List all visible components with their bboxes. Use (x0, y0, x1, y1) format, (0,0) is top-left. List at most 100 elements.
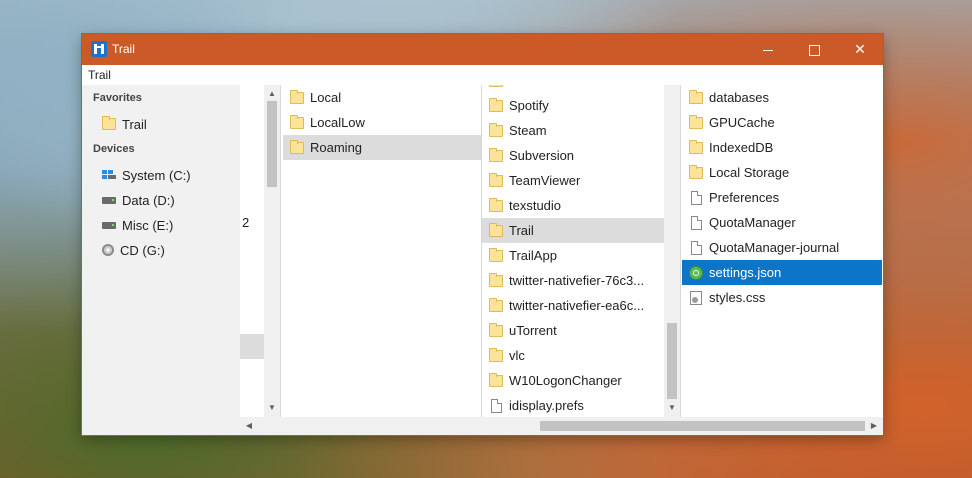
folder-icon (689, 164, 703, 179)
file-icon (690, 240, 702, 255)
list-item[interactable]: Subversion (482, 143, 664, 168)
minimize-button[interactable] (745, 34, 791, 65)
list-item[interactable]: QuotaManager (682, 210, 882, 235)
list-item[interactable]: Preferences (682, 185, 882, 210)
folder-icon (689, 139, 703, 154)
minimize-icon (763, 49, 773, 51)
list-item[interactable]: styles.css (682, 285, 882, 310)
file-icon (690, 190, 702, 205)
list-item[interactable]: Local Storage (682, 160, 882, 185)
list-item[interactable]: uTorrent (482, 318, 664, 343)
sidebar: Favorites Trail Devices System (C:) Data… (82, 85, 241, 435)
folder-icon (489, 347, 503, 362)
list-item[interactable]: TrailApp (482, 243, 664, 268)
sidebar-item-label: System (C:) (122, 167, 191, 183)
folder-icon (689, 89, 703, 104)
maximize-button[interactable] (791, 34, 837, 65)
list-item[interactable]: W10LogonChanger (482, 368, 664, 393)
list-item[interactable]: TeamViewer (482, 168, 664, 193)
scroll-up-icon[interactable]: ▲ (264, 87, 280, 101)
sidebar-item-trail[interactable]: Trail (102, 113, 147, 135)
scroll-down-icon[interactable]: ▼ (664, 401, 680, 415)
json-file-icon (689, 265, 703, 280)
list-item[interactable]: idisplay.prefs (482, 393, 664, 417)
folder-icon (489, 322, 503, 337)
folder-icon (489, 372, 503, 387)
folder-icon (290, 114, 304, 129)
list-item[interactable]: LocalLow (283, 110, 481, 135)
list-item[interactable]: vlc (482, 343, 664, 368)
horizontal-scrollbar[interactable]: ◀ ▶ (240, 417, 883, 435)
column-1-scrollbar[interactable]: ▲ ▼ (264, 85, 280, 417)
scrollbar-thumb[interactable] (267, 101, 277, 187)
folder-icon (489, 122, 503, 137)
list-item-selected[interactable]: Trail (482, 218, 664, 243)
app-icon (91, 41, 107, 57)
folder-icon (489, 297, 503, 312)
list-item-label: Roaming (310, 140, 363, 155)
list-item-label: Steam (509, 123, 547, 138)
cd-drive-icon (102, 244, 114, 256)
list-item-selected[interactable]: settings.json (682, 260, 882, 285)
list-item-label: QuotaManager-journal (709, 240, 840, 255)
list-item[interactable]: QuotaManager-journal (682, 235, 882, 260)
list-item[interactable]: Local (283, 85, 481, 110)
list-item-label: TeamViewer (509, 173, 581, 188)
window-title: Trail (112, 42, 135, 56)
list-item[interactable]: Spotify (482, 93, 664, 118)
drive-icon (102, 221, 116, 229)
list-item[interactable]: twitter-nativefier-76c3... (482, 268, 664, 293)
devices-header: Devices (93, 143, 135, 155)
path-bar[interactable]: Trail (82, 65, 883, 85)
sidebar-item-cd-g[interactable]: CD (G:) (102, 239, 165, 261)
sidebar-item-label: Trail (122, 116, 147, 132)
partial-column-selected-row[interactable] (240, 334, 264, 359)
list-item[interactable] (482, 85, 664, 93)
list-item[interactable]: Steam (482, 118, 664, 143)
horizontal-scrollbar-thumb[interactable] (540, 421, 865, 431)
list-item[interactable]: GPUCache (682, 110, 882, 135)
list-item-label: Spotify (509, 98, 549, 113)
column-trail: databases GPUCache IndexedDB Local Stora… (682, 85, 882, 417)
drive-icon (102, 196, 116, 204)
file-icon (690, 215, 702, 230)
sidebar-item-data-d[interactable]: Data (D:) (102, 189, 175, 211)
list-item-selected[interactable]: Roaming (283, 135, 481, 160)
close-button[interactable]: ✕ (837, 34, 883, 65)
list-item[interactable]: twitter-nativefier-ea6c... (482, 293, 664, 318)
folder-icon (290, 89, 304, 104)
folder-icon (489, 85, 503, 87)
folder-icon (489, 197, 503, 212)
folder-icon (489, 247, 503, 262)
folder-icon (689, 114, 703, 129)
list-item[interactable]: IndexedDB (682, 135, 882, 160)
css-file-icon (690, 290, 702, 305)
partial-column[interactable]: 2 (240, 85, 264, 417)
scroll-left-icon[interactable]: ◀ (242, 417, 256, 435)
scroll-right-icon[interactable]: ▶ (867, 417, 881, 435)
list-item-label: GPUCache (709, 115, 775, 130)
title-bar[interactable]: Trail ✕ (82, 34, 883, 65)
close-icon: ✕ (854, 41, 866, 57)
list-item-label: settings.json (709, 265, 782, 280)
list-item[interactable]: texstudio (482, 193, 664, 218)
list-item-label: vlc (509, 348, 525, 363)
sidebar-item-label: Data (D:) (122, 192, 175, 208)
list-item-label: idisplay.prefs (509, 398, 584, 413)
scrollbar-thumb[interactable] (667, 323, 677, 399)
maximize-icon (808, 44, 820, 56)
sidebar-item-misc-e[interactable]: Misc (E:) (102, 214, 173, 236)
path-label: Trail (88, 68, 111, 82)
column-appdata: Local LocalLow Roaming (283, 85, 481, 417)
list-item[interactable]: databases (682, 85, 882, 110)
list-item-label: Local (310, 90, 342, 105)
column-3-scrollbar[interactable]: ▼ (664, 85, 680, 417)
sidebar-item-label: Misc (E:) (122, 217, 174, 233)
list-item-label: TrailApp (509, 248, 557, 263)
list-item-label: Subversion (509, 148, 575, 163)
list-item-label: IndexedDB (709, 140, 774, 155)
list-item-label: Local Storage (709, 165, 790, 180)
sidebar-item-system-c[interactable]: System (C:) (102, 164, 191, 186)
list-item-label: styles.css (709, 290, 766, 305)
scroll-down-icon[interactable]: ▼ (264, 401, 280, 415)
